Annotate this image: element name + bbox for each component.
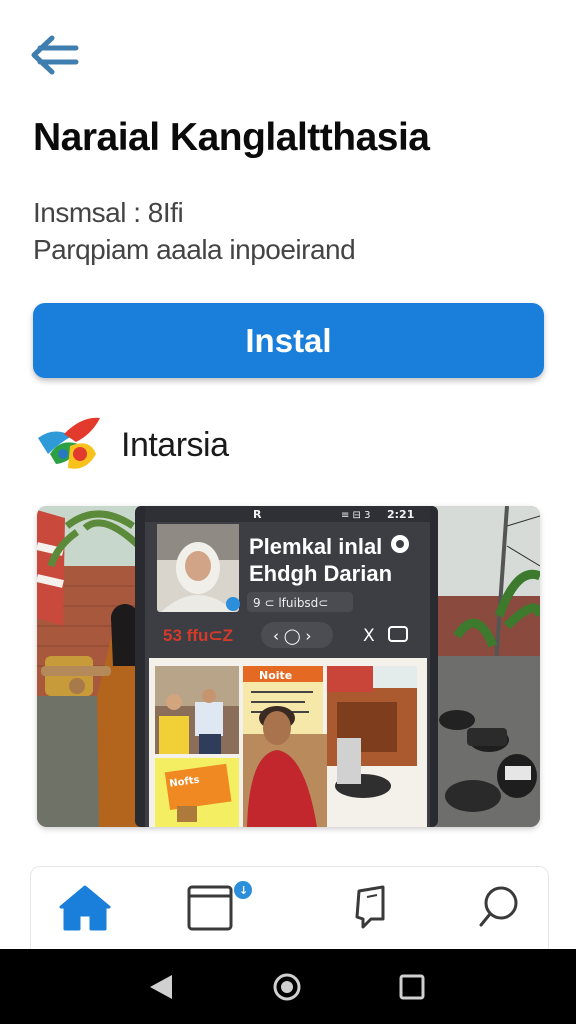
square-recent-icon [399, 974, 425, 1000]
system-recents-button[interactable] [390, 967, 434, 1007]
back-button[interactable] [26, 30, 82, 82]
status-icons: ≡ ⊟ 3 [341, 510, 370, 521]
screenshot-heading2: Ehdgh Darian [249, 561, 392, 586]
app-title: Naraial Kanglaltthasia [33, 116, 430, 159]
system-back-button[interactable] [140, 967, 184, 1007]
nav-search[interactable] [469, 881, 529, 937]
nav-home[interactable] [55, 881, 115, 937]
home-icon [59, 885, 111, 931]
nav-books[interactable] [341, 881, 401, 937]
developer-name: Intarsia [121, 426, 229, 464]
screenshot-pill: ‹ ◯ › [273, 627, 311, 645]
svg-text:R: R [253, 508, 262, 521]
app-logo-icon [34, 414, 104, 478]
nav-apps[interactable]: ↓ [181, 881, 261, 937]
svg-text:↓: ↓ [239, 884, 248, 897]
search-icon [479, 886, 518, 927]
bookmark-icon [355, 885, 385, 929]
screenshot-sub: 9 ⊂ lfuibsd⊂ [253, 596, 328, 610]
app-meta-line1: Insmsal : 8Ifi [33, 197, 184, 228]
bottom-nav: ↓ [30, 866, 549, 951]
svg-text:X: X [363, 626, 375, 646]
apps-icon: ↓ [187, 881, 252, 931]
screenshot-heading1: Plemkal inlal [249, 534, 382, 559]
app-screenshot[interactable]: R ≡ ⊟ 3 2:21 Plemkal inlal Ehdgh Darian … [37, 506, 540, 827]
system-home-button[interactable] [265, 967, 309, 1007]
back-arrow-icon [31, 35, 79, 75]
triangle-back-icon [150, 975, 172, 999]
circle-home-icon [273, 973, 301, 1001]
screenshot-brand: 53 ffu⊂Z [163, 626, 233, 645]
app-meta-line2: Parqpiam aaala inpoeirand [33, 234, 356, 265]
svg-text:Noite: Noite [259, 669, 292, 682]
system-nav-bar [0, 949, 576, 1024]
status-time: 2:21 [387, 508, 414, 521]
install-button[interactable]: Instal [33, 303, 544, 378]
